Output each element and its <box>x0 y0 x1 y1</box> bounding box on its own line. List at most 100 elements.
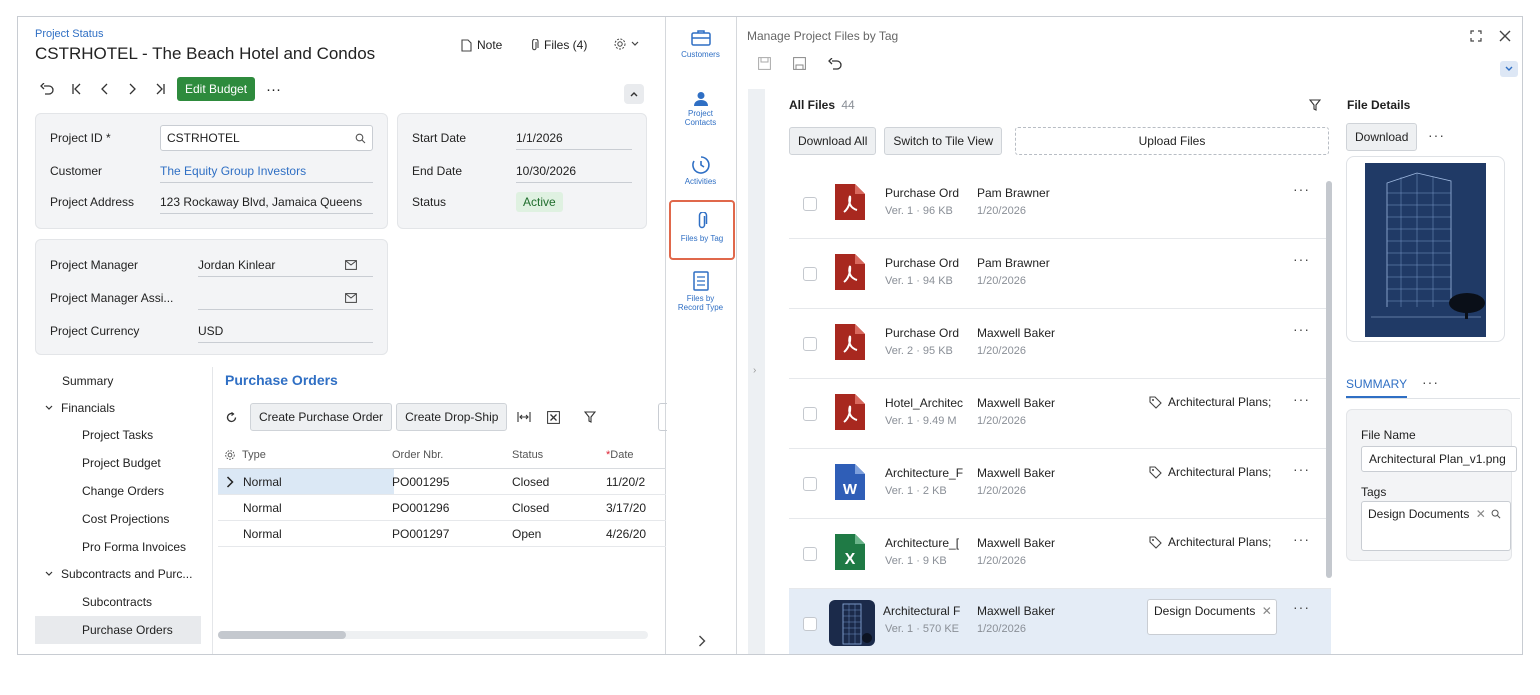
list-item[interactable]: Hotel_Architec Ver. 1 · 9.49 M Maxwell B… <box>789 379 1331 449</box>
row-checkbox[interactable] <box>803 407 817 421</box>
expand-arrow[interactable]: › <box>753 365 756 376</box>
list-item[interactable]: Purchase Ord Ver. 2 · 95 KB Maxwell Bake… <box>789 309 1331 379</box>
nav-subcontracts[interactable]: Subcontracts <box>82 588 152 616</box>
customer-link[interactable]: The Equity Group Investors <box>160 159 373 183</box>
nav-cost-projections[interactable]: Cost Projections <box>82 505 169 533</box>
nav-purchase-orders[interactable]: Purchase Orders <box>35 616 201 644</box>
collapse-header-button[interactable] <box>624 84 644 104</box>
vertical-scrollbar[interactable] <box>1326 181 1332 578</box>
row-checkbox[interactable] <box>803 617 817 631</box>
file-tag[interactable]: Architectural Plans; <box>1149 535 1271 549</box>
table-row[interactable]: Normal PO001297 Open 4/26/20 <box>218 521 666 547</box>
remove-tag-icon[interactable]: ✕ <box>1262 604 1272 618</box>
start-date-field[interactable]: 1/1/2026 <box>516 126 632 150</box>
column-header-date[interactable]: *Date <box>606 449 634 461</box>
note-button[interactable]: Note <box>461 38 502 52</box>
mail-icon[interactable] <box>345 259 357 270</box>
undo-icon[interactable] <box>828 57 842 70</box>
tag-tree-collapsed-strip[interactable]: › <box>748 89 765 654</box>
nav-summary[interactable]: Summary <box>62 367 113 395</box>
details-more-button[interactable]: ··· <box>1428 127 1445 143</box>
horizontal-scrollbar[interactable] <box>218 631 648 639</box>
previous-record-icon[interactable] <box>100 83 110 95</box>
tab-summary[interactable]: SUMMARY <box>1346 377 1408 398</box>
mail-icon[interactable] <box>345 292 357 303</box>
fit-columns-icon[interactable] <box>517 411 531 423</box>
download-button[interactable]: Download <box>1346 123 1418 151</box>
undo-icon[interactable] <box>40 83 54 95</box>
file-name[interactable]: Purchase Ord <box>885 186 965 200</box>
file-name[interactable]: Architectural F <box>883 604 963 618</box>
switch-view-button[interactable]: Switch to Tile View <box>884 127 1003 155</box>
order-link[interactable]: PO001296 <box>392 501 449 515</box>
table-row[interactable]: Normal PO001296 Closed 3/17/20 <box>218 495 666 521</box>
filter-icon[interactable] <box>1309 99 1321 111</box>
refresh-icon[interactable] <box>225 411 238 424</box>
export-excel-icon[interactable] <box>547 410 561 424</box>
first-record-icon[interactable] <box>71 83 83 95</box>
sidebar-item-customers[interactable]: Customers <box>667 29 734 59</box>
list-item-selected[interactable]: Architectural F Ver. 1 · 570 KE Maxwell … <box>789 589 1331 654</box>
manager-assistant-field[interactable] <box>198 286 373 310</box>
sidebar-item-activities[interactable]: Activities <box>667 155 734 186</box>
tags-input[interactable]: Design Documents ✕ <box>1361 501 1511 551</box>
tabs-more-button[interactable]: ··· <box>1422 374 1439 390</box>
maximize-icon[interactable] <box>1470 30 1482 42</box>
row-more-button[interactable]: ··· <box>1293 461 1310 477</box>
create-purchase-order-button[interactable]: Create Purchase Order <box>250 403 393 431</box>
sidebar-item-files-by-record-type[interactable]: Files by Record Type <box>667 271 734 312</box>
currency-field[interactable]: USD <box>198 319 373 343</box>
list-item[interactable]: X Architecture_[ Ver. 1 · 9 KB Maxwell B… <box>789 519 1331 589</box>
row-checkbox[interactable] <box>803 477 817 491</box>
row-checkbox[interactable] <box>803 267 817 281</box>
nav-change-orders[interactable]: Change Orders <box>82 477 164 505</box>
order-link[interactable]: PO001295 <box>392 475 449 489</box>
file-name[interactable]: Purchase Ord <box>885 326 965 340</box>
row-more-button[interactable]: ··· <box>1293 321 1310 337</box>
more-actions-button[interactable]: ··· <box>266 81 281 98</box>
sidebar-item-project-contacts[interactable]: Project Contacts <box>667 91 734 127</box>
close-icon[interactable] <box>1499 30 1511 42</box>
row-checkbox[interactable] <box>803 197 817 211</box>
column-header-order-nbr[interactable]: Order Nbr. <box>392 449 443 461</box>
settings-menu[interactable] <box>613 37 639 51</box>
save-icon[interactable] <box>793 57 806 70</box>
next-record-icon[interactable] <box>127 83 137 95</box>
row-more-button[interactable]: ··· <box>1293 391 1310 407</box>
address-field[interactable]: 123 Rockaway Blvd, Jamaica Queens <box>160 190 373 214</box>
row-checkbox[interactable] <box>803 547 817 561</box>
file-tag[interactable]: Architectural Plans; <box>1149 465 1271 479</box>
remove-tag-icon[interactable]: ✕ <box>1476 507 1486 521</box>
sidebar-item-files-by-tag[interactable]: Files by Tag <box>669 200 735 260</box>
file-name[interactable]: Hotel_Architec <box>885 396 965 410</box>
file-name-input[interactable]: Architectural Plan_v1.png <box>1361 446 1517 472</box>
scrollbar-thumb[interactable] <box>218 631 346 639</box>
nav-pro-forma-invoices[interactable]: Pro Forma Invoices <box>82 533 186 561</box>
tag-editor[interactable]: Design Documents ✕ <box>1147 599 1277 635</box>
row-more-button[interactable]: ··· <box>1293 599 1310 615</box>
row-more-button[interactable]: ··· <box>1293 181 1310 197</box>
expand-panel-button[interactable] <box>1500 61 1518 77</box>
list-item[interactable]: W Architecture_F Ver. 1 · 2 KB Maxwell B… <box>789 449 1331 519</box>
row-checkbox[interactable] <box>803 337 817 351</box>
column-header-status[interactable]: Status <box>512 449 543 461</box>
grid-settings-icon[interactable] <box>224 449 236 461</box>
chevron-right-icon[interactable] <box>698 635 706 647</box>
file-name[interactable]: Architecture_F <box>885 466 965 480</box>
end-date-field[interactable]: 10/30/2026 <box>516 159 632 183</box>
file-name[interactable]: Architecture_[ <box>885 536 965 550</box>
nav-project-budget[interactable]: Project Budget <box>82 449 161 477</box>
last-record-icon[interactable] <box>154 83 166 95</box>
search-icon[interactable] <box>1491 509 1501 519</box>
row-more-button[interactable]: ··· <box>1293 531 1310 547</box>
file-tag[interactable]: Architectural Plans; <box>1149 395 1271 409</box>
search-icon[interactable] <box>355 133 366 144</box>
files-button[interactable]: Files (4) <box>530 38 587 52</box>
edit-budget-button[interactable]: Edit Budget <box>177 77 256 101</box>
chevron-right-icon[interactable] <box>226 476 234 488</box>
order-link[interactable]: PO001297 <box>392 527 449 541</box>
upload-dropzone[interactable]: Upload Files <box>1015 127 1329 155</box>
project-manager-field[interactable]: Jordan Kinlear <box>198 253 373 277</box>
nav-financials[interactable]: Financials <box>45 394 115 422</box>
file-name[interactable]: Purchase Ord <box>885 256 965 270</box>
